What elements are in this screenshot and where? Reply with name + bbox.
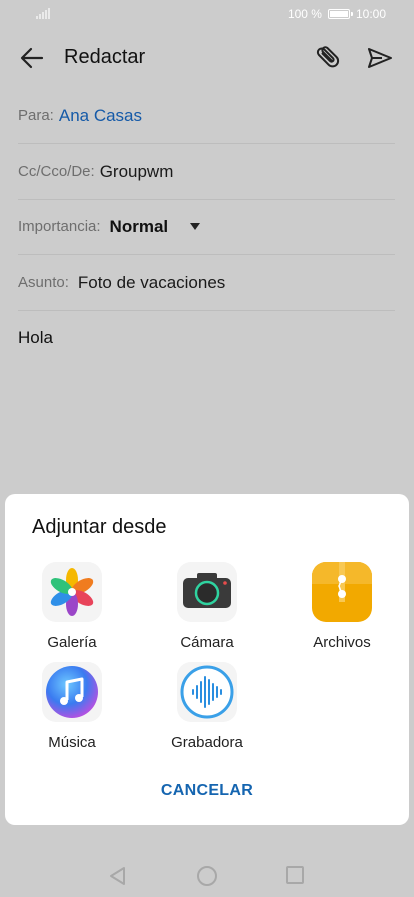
subject-label: Asunto:: [18, 274, 69, 291]
attach-option-files[interactable]: Archivos: [292, 562, 392, 651]
nav-back-icon[interactable]: [108, 866, 128, 886]
sheet-title: Adjuntar desde: [32, 516, 167, 538]
cc-label: Cc/Cco/De:: [18, 163, 95, 180]
to-label: Para:: [18, 107, 54, 124]
attach-option-label: Cámara: [180, 634, 234, 651]
importance-select[interactable]: Normal: [110, 217, 169, 237]
back-arrow-icon[interactable]: [18, 44, 46, 72]
paperclip-icon[interactable]: [312, 42, 342, 72]
camera-icon: [177, 562, 237, 622]
gallery-icon: [42, 562, 102, 622]
app-bar: Redactar: [0, 28, 414, 88]
attach-option-label: Grabadora: [171, 734, 243, 751]
attach-option-recorder[interactable]: Grabadora: [157, 662, 257, 751]
attach-option-label: Archivos: [313, 634, 371, 651]
attach-option-camera[interactable]: Cámara: [157, 562, 257, 651]
page-title: Redactar: [64, 46, 146, 68]
signal-icon: [36, 8, 50, 19]
attach-option-label: Música: [48, 734, 96, 751]
cancel-button[interactable]: CANCELAR: [5, 782, 409, 800]
attach-option-gallery[interactable]: Galería: [22, 562, 122, 651]
subject-row[interactable]: Asunto: Foto de vacaciones: [18, 255, 395, 311]
importance-label: Importancia:: [18, 218, 101, 235]
files-icon: [312, 562, 372, 622]
attach-option-music[interactable]: Música: [22, 662, 122, 751]
importance-row[interactable]: Importancia: Normal: [18, 199, 395, 255]
dropdown-arrow-icon[interactable]: [190, 223, 201, 230]
attach-option-label: Galería: [47, 634, 97, 651]
send-icon[interactable]: [366, 44, 394, 72]
attach-sheet: Adjuntar desde Galería Cámara Archivos M…: [5, 494, 409, 825]
status-bar: 100 % 10:00: [0, 0, 414, 28]
music-icon: [42, 662, 102, 722]
cc-value[interactable]: Groupwm: [100, 162, 174, 182]
message-body[interactable]: Hola: [18, 328, 53, 348]
to-row[interactable]: Para: Ana Casas: [18, 88, 395, 144]
cc-row[interactable]: Cc/Cco/De: Groupwm: [18, 144, 395, 200]
clock: 10:00: [355, 7, 386, 21]
subject-field[interactable]: Foto de vacaciones: [78, 273, 225, 293]
to-recipient[interactable]: Ana Casas: [59, 106, 142, 126]
system-nav-bar: [0, 852, 414, 897]
recorder-icon: [177, 662, 237, 722]
battery-percent: 100 %: [287, 7, 322, 21]
battery-icon: [327, 9, 353, 19]
nav-home-icon[interactable]: [197, 866, 217, 886]
nav-recents-icon[interactable]: [286, 866, 304, 884]
